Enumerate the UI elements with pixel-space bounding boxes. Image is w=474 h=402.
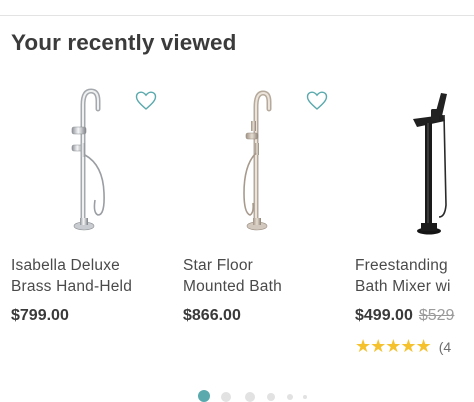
product-image[interactable] (355, 85, 474, 245)
review-count[interactable]: (4 (439, 339, 451, 355)
pagination-dot[interactable] (221, 392, 231, 402)
star-rating-icons: ★★★★★ (355, 336, 432, 356)
product-name[interactable]: Isabella Deluxe Brass Hand-Held (11, 255, 176, 297)
pagination-dot-active[interactable] (198, 390, 210, 402)
product-card[interactable]: Star Floor Mounted Bath $866.00 (183, 80, 348, 370)
pagination-dot[interactable] (245, 392, 255, 402)
product-old-price: $529 (418, 307, 455, 324)
recently-viewed-carousel[interactable]: Isabella Deluxe Brass Hand-Held $799.00 (0, 80, 474, 370)
wishlist-button[interactable] (135, 91, 157, 111)
product-name[interactable]: Freestanding Bath Mixer wi (355, 255, 474, 297)
product-card[interactable]: Freestanding Bath Mixer wi $499.00 $529 ★… (355, 80, 474, 370)
pagination-dot[interactable] (303, 395, 307, 399)
section-title: Your recently viewed (11, 30, 237, 55)
product-price: $499.00 $529 (355, 307, 455, 324)
product-rating: ★★★★★ (4 (355, 334, 451, 359)
heart-outline-icon (306, 91, 328, 110)
top-divider (0, 15, 474, 16)
product-name[interactable]: Star Floor Mounted Bath (183, 255, 348, 297)
product-card[interactable]: Isabella Deluxe Brass Hand-Held $799.00 (11, 80, 176, 370)
faucet-matte-black-image (413, 93, 447, 235)
heart-outline-icon (135, 91, 157, 110)
carousel-pagination (0, 388, 474, 402)
wishlist-button[interactable] (306, 91, 328, 111)
product-price: $866.00 (183, 307, 241, 324)
pagination-dot[interactable] (287, 394, 293, 400)
product-price: $799.00 (11, 307, 69, 324)
